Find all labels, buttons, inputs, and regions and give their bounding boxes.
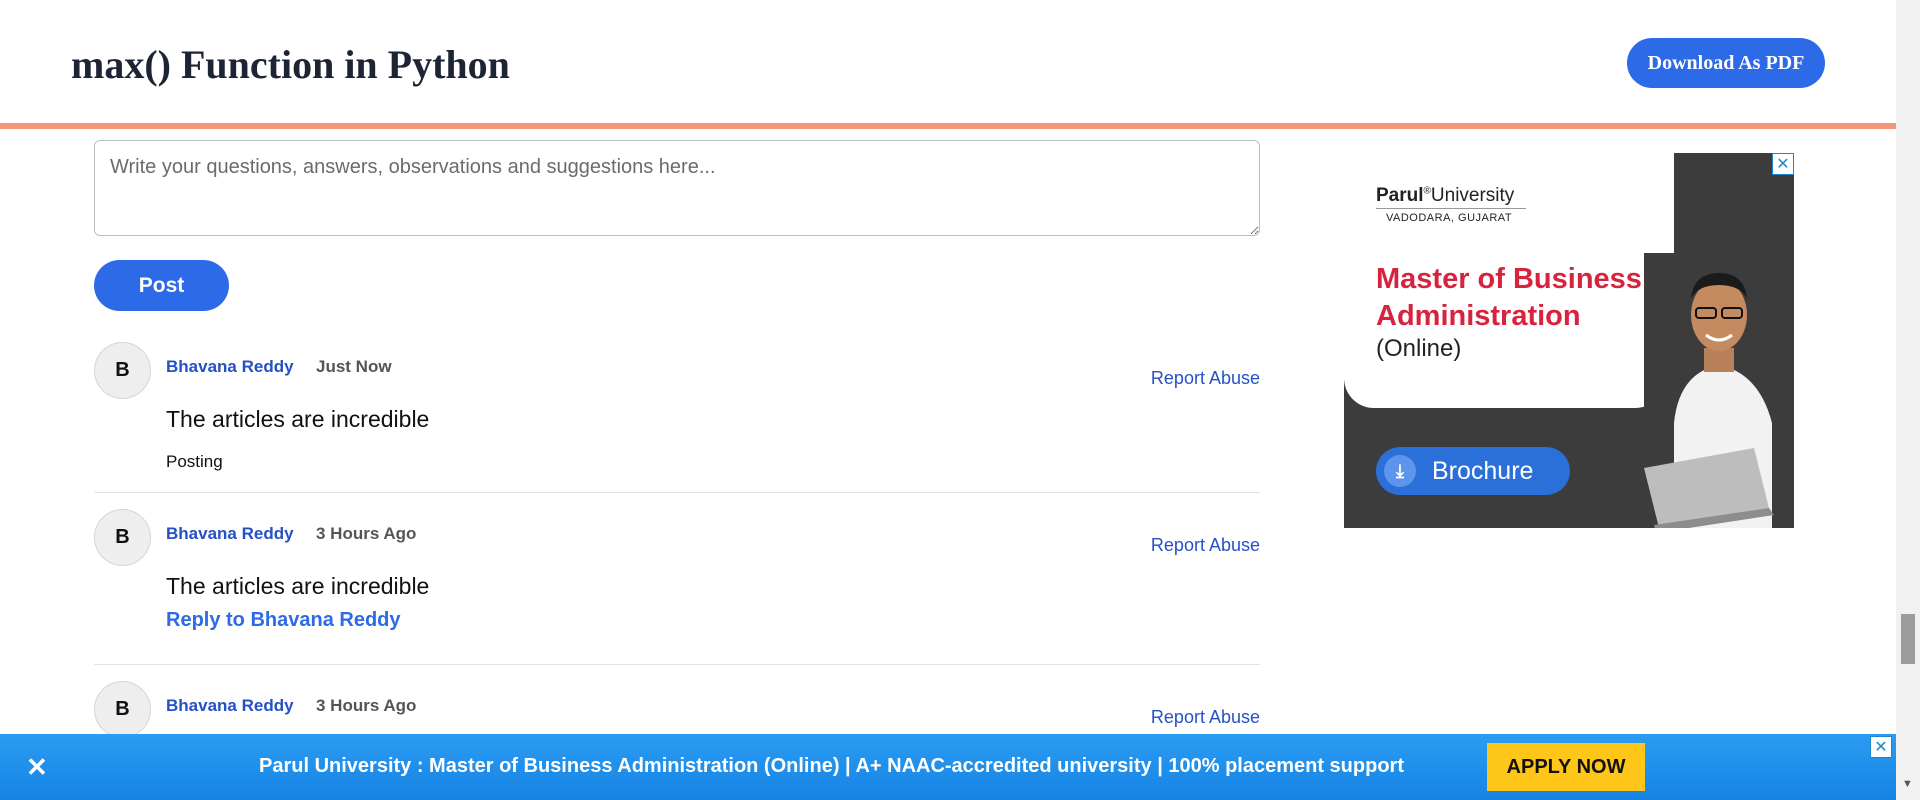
banner-close-icon[interactable]: ✕ bbox=[26, 752, 48, 783]
ad-card: Parul®University VADODARA, GUJARAT Maste… bbox=[1344, 153, 1674, 408]
ad-subline: (Online) bbox=[1376, 335, 1462, 362]
report-abuse-link[interactable]: Report Abuse bbox=[1151, 368, 1260, 389]
reply-link[interactable]: Reply to Bhavana Reddy bbox=[166, 609, 401, 632]
comment-input[interactable] bbox=[94, 140, 1260, 236]
comment-status: Posting bbox=[166, 452, 223, 471]
ad-brochure-button[interactable]: ⤓ Brochure bbox=[1376, 447, 1570, 495]
ad-logo-main: Parul bbox=[1376, 185, 1424, 206]
avatar: B bbox=[94, 681, 151, 738]
bottom-ad-banner: ✕ Parul University : Master of Business … bbox=[0, 734, 1896, 800]
comment-author[interactable]: Bhavana Reddy bbox=[166, 696, 294, 716]
scrollbar-thumb[interactable] bbox=[1901, 614, 1915, 664]
divider bbox=[94, 664, 1260, 665]
comment-author[interactable]: Bhavana Reddy bbox=[166, 524, 294, 544]
comment-time: 3 Hours Ago bbox=[316, 524, 417, 543]
ad-person-image bbox=[1644, 253, 1794, 528]
comment-text: The articles are incredible bbox=[166, 573, 430, 599]
banner-ad-close-icon[interactable]: ✕ bbox=[1870, 736, 1892, 758]
ad-logo-divider bbox=[1376, 208, 1526, 209]
page-title: max() Function in Python bbox=[71, 42, 510, 87]
page-scrollbar[interactable]: ▼ bbox=[1896, 0, 1920, 800]
comment-item: B Bhavana Reddy 3 Hours Ago Report Abuse… bbox=[94, 509, 1260, 639]
apply-now-button[interactable]: APPLY NOW bbox=[1487, 743, 1645, 791]
report-abuse-link[interactable]: Report Abuse bbox=[1151, 535, 1260, 556]
comment-time: Just Now bbox=[316, 357, 392, 376]
ad-banner[interactable]: Parul®University VADODARA, GUJARAT Maste… bbox=[1344, 153, 1794, 528]
comment-author[interactable]: Bhavana Reddy bbox=[166, 357, 294, 377]
comment-text: The articles are incredible bbox=[166, 406, 430, 432]
avatar: B bbox=[94, 342, 151, 399]
ad-logo-subtitle: VADODARA, GUJARAT bbox=[1386, 212, 1513, 224]
ad-close-icon[interactable]: ✕ bbox=[1772, 153, 1794, 175]
page-header: max() Function in Python Download As PDF bbox=[0, 0, 1896, 129]
avatar: B bbox=[94, 509, 151, 566]
ad-brochure-label: Brochure bbox=[1432, 456, 1534, 485]
banner-text[interactable]: Parul University : Master of Business Ad… bbox=[259, 755, 1404, 778]
post-button[interactable]: Post bbox=[94, 260, 229, 311]
scroll-down-arrow-icon[interactable]: ▼ bbox=[1902, 778, 1913, 790]
comment-item: B Bhavana Reddy 3 Hours Ago Report Abuse bbox=[94, 681, 1260, 741]
download-icon: ⤓ bbox=[1384, 455, 1416, 487]
divider bbox=[94, 492, 1260, 493]
ad-logo-rest: University bbox=[1430, 185, 1515, 206]
ad-logo-reg: ® bbox=[1423, 185, 1431, 197]
download-pdf-button[interactable]: Download As PDF bbox=[1627, 38, 1825, 88]
comment-item: B Bhavana Reddy Just Now Report Abuse Th… bbox=[94, 342, 1260, 472]
comment-time: 3 Hours Ago bbox=[316, 696, 417, 715]
report-abuse-link[interactable]: Report Abuse bbox=[1151, 707, 1260, 728]
ad-logo: Parul®University bbox=[1376, 185, 1514, 207]
